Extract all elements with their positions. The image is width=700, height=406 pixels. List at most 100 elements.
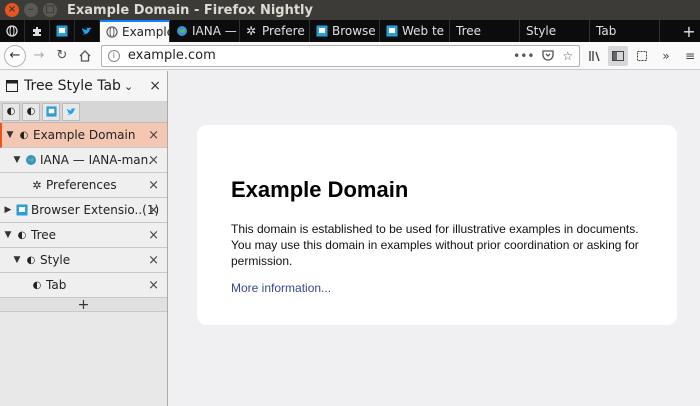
globe-icon [6, 25, 18, 37]
content-card: Example Domain This domain is establishe… [197, 125, 677, 325]
globe-icon: ◐ [26, 254, 36, 266]
window-minimize-button[interactable]: – [24, 3, 38, 17]
tab-strip: Example IANA — ✲ Prefere Browse Web te T… [0, 20, 700, 42]
tree-item-preferences[interactable]: ✲ Preferences × [0, 173, 167, 198]
sidebar-toggle-button[interactable] [608, 45, 629, 66]
sidebar-pinned-tab[interactable] [42, 102, 60, 121]
twitter-bird-icon [66, 107, 76, 115]
twisty-icon[interactable]: ▼ [12, 155, 22, 165]
close-icon[interactable]: × [148, 203, 159, 218]
more-information-link[interactable]: More information... [231, 281, 643, 295]
twisty-icon[interactable]: ▼ [12, 255, 22, 265]
globe-icon: ◐ [19, 129, 29, 141]
tree-item-tree[interactable]: ▼ ◐ Tree × [0, 223, 167, 248]
tree-item-label: IANA — IANA-man.. [40, 153, 152, 167]
window-close-button[interactable]: × [5, 3, 19, 17]
tree-item-example-domain[interactable]: ▼ ◐ Example Domain × [0, 123, 167, 148]
tab-browser-extensions[interactable]: Browse [310, 20, 380, 42]
window-maximize-button[interactable]: □ [43, 3, 57, 17]
sidebar-pinned-tab[interactable] [62, 102, 80, 121]
tab-label: Prefere [262, 24, 305, 38]
globe-icon: ◐ [32, 279, 42, 291]
tab-label: Tab [596, 24, 617, 38]
pinned-tab-globe[interactable] [0, 20, 25, 42]
bookmark-star-icon[interactable]: ☆ [562, 49, 573, 63]
tree-item-label: Preferences [46, 178, 117, 192]
tree-item-label: Browser Extensio..(1) [31, 203, 160, 217]
tab-example[interactable]: Example [100, 20, 170, 42]
close-icon[interactable]: × [148, 128, 159, 143]
pinned-tab-extension[interactable] [25, 20, 50, 42]
sidebar-dropdown-icon[interactable]: ⌄ [124, 80, 133, 93]
sidebar-title[interactable]: Tree Style Tab [24, 78, 121, 94]
tab-tab[interactable]: Tab [590, 20, 660, 42]
iana-icon [177, 26, 187, 36]
tree-item-iana[interactable]: ▼ IANA — IANA-man.. × [0, 148, 167, 173]
tree-style-tab-sidebar: Tree Style Tab ⌄ × ◐ ◐ ▼ ◐ Example Domai… [0, 71, 168, 406]
window-title: Example Domain - Firefox Nightly [67, 2, 313, 18]
overflow-menu-button[interactable]: » [656, 46, 676, 66]
pinned-tab-tst[interactable] [50, 20, 75, 42]
tab-label: Web te [402, 24, 445, 38]
tab-preferences[interactable]: ✲ Prefere [240, 20, 310, 42]
close-icon[interactable]: × [148, 178, 159, 193]
back-button[interactable]: ← [4, 44, 26, 67]
hamburger-menu-button[interactable]: ≡ [680, 46, 700, 66]
tree-item-browser-extensions[interactable]: ▶ Browser Extensio..(1) × [0, 198, 167, 223]
tab-style[interactable]: Style [520, 20, 590, 42]
close-icon[interactable]: × [148, 253, 159, 268]
sidebar-pinned-tabs: ◐ ◐ [0, 101, 167, 123]
tree-style-tab-icon [56, 25, 68, 37]
globe-icon [106, 26, 118, 38]
title-bar: × – □ Example Domain - Firefox Nightly [0, 0, 700, 20]
forward-button[interactable]: → [29, 46, 49, 66]
url-text: example.com [127, 48, 216, 63]
extension-icon [316, 25, 328, 37]
library-button[interactable] [584, 46, 604, 66]
gear-icon: ✲ [32, 178, 42, 192]
tree-item-label: Example Domain [33, 128, 136, 142]
tab-label: IANA — [192, 24, 237, 38]
sidebar-pinned-tab[interactable]: ◐ [2, 102, 20, 121]
tab-label: Example [122, 25, 170, 39]
home-button[interactable] [75, 46, 95, 66]
iana-icon [26, 155, 36, 165]
twisty-icon[interactable]: ▼ [3, 230, 13, 240]
screenshot-icon [637, 50, 648, 61]
sidebar-header: Tree Style Tab ⌄ × [0, 71, 167, 101]
puzzle-icon [33, 27, 41, 36]
arrow-left-icon: ← [9, 48, 21, 63]
tab-label: Browse [332, 24, 376, 38]
screenshot-button[interactable] [632, 46, 652, 66]
tab-web-tech[interactable]: Web te [380, 20, 450, 42]
sidebar-icon [612, 50, 625, 61]
twisty-icon[interactable]: ▼ [5, 130, 15, 140]
extension-icon [16, 204, 28, 216]
home-icon [79, 49, 91, 62]
tab-tree[interactable]: Tree [450, 20, 520, 42]
close-icon[interactable]: × [148, 153, 159, 168]
sidebar-pinned-tab[interactable]: ◐ [22, 102, 40, 121]
new-tab-button[interactable]: + [678, 20, 700, 42]
close-icon[interactable]: × [148, 228, 159, 243]
reload-icon: ↻ [56, 48, 68, 63]
sidebar-new-tab-button[interactable]: + [0, 297, 167, 313]
pinned-tab-twitter[interactable] [75, 20, 100, 42]
globe-icon: ◐ [26, 106, 36, 117]
extension-icon [386, 25, 398, 37]
page-heading: Example Domain [231, 177, 409, 202]
close-icon[interactable]: × [148, 278, 159, 293]
tab-iana[interactable]: IANA — [170, 20, 240, 42]
site-info-icon[interactable]: i [107, 49, 120, 62]
arrow-right-icon: → [33, 48, 45, 63]
sidebar-close-button[interactable]: × [149, 78, 161, 94]
pocket-icon[interactable] [542, 49, 555, 61]
url-bar[interactable]: i example.com ••• ☆ [100, 44, 581, 67]
chevron-double-right-icon: » [662, 48, 670, 63]
tree-item-style[interactable]: ▼ ◐ Style × [0, 248, 167, 273]
twisty-icon[interactable]: ▶ [3, 205, 13, 215]
reload-button[interactable]: ↻ [52, 46, 72, 66]
page-actions-icon[interactable]: ••• [513, 49, 534, 63]
tree-item-tab[interactable]: ◐ Tab × [0, 273, 167, 298]
globe-icon: ◐ [6, 106, 16, 117]
